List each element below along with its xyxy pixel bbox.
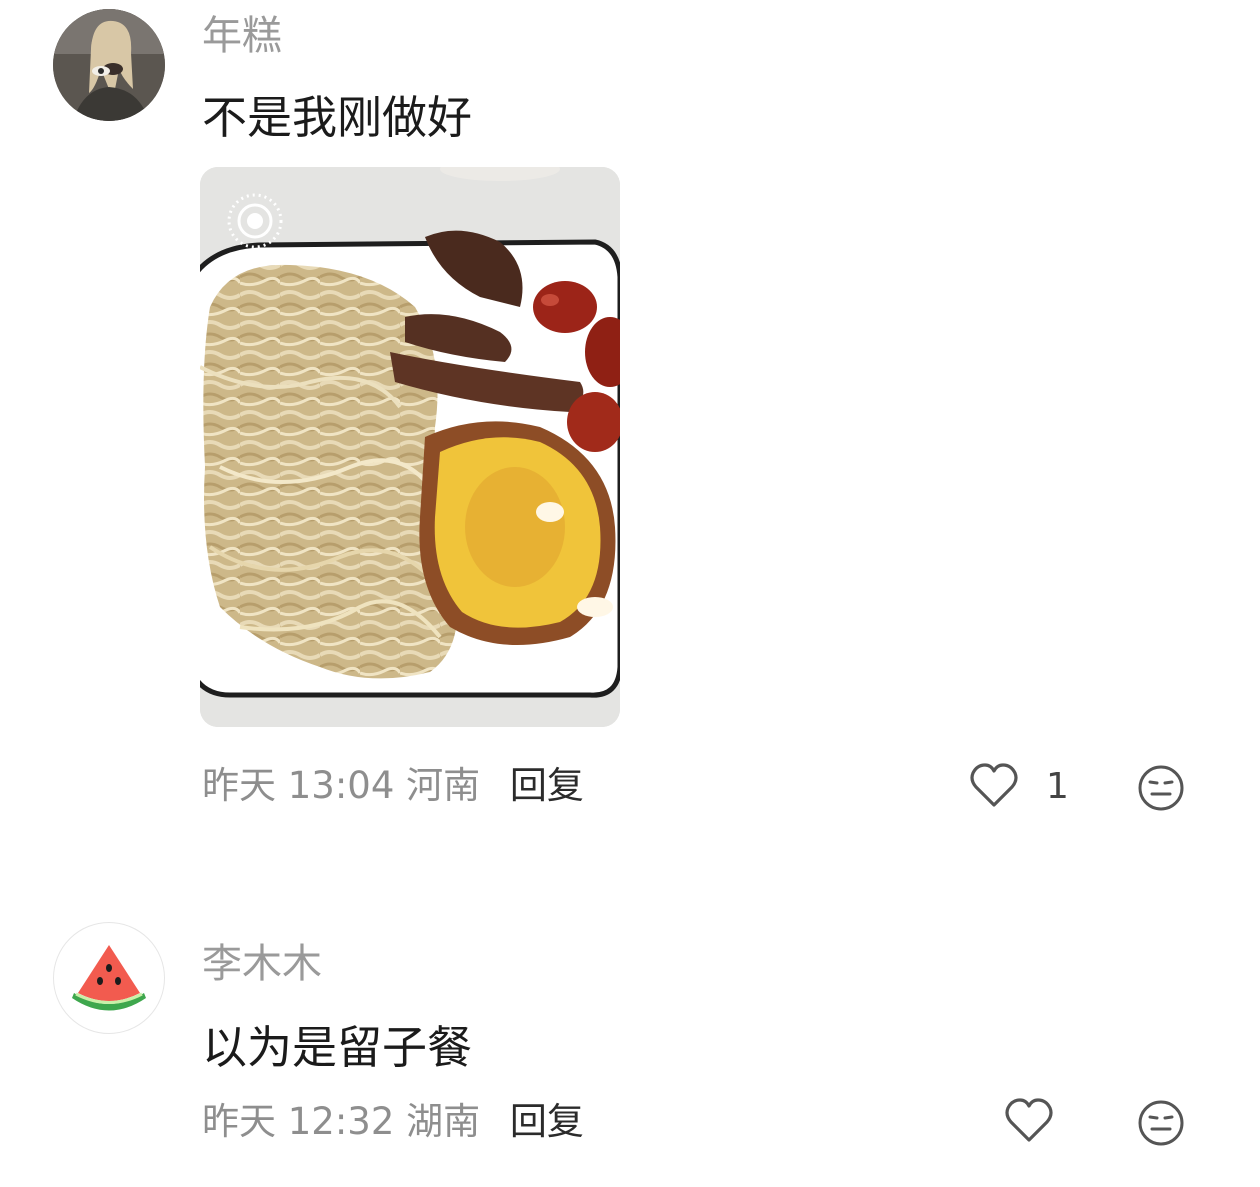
comment-text: 以为是留子餐	[202, 1021, 473, 1074]
username[interactable]: 年糕	[202, 16, 282, 56]
comment-item: 年糕 不是我刚做好 昨天 13:04 河南 回复 1	[0, 0, 1260, 880]
comment-meta: 昨天 12:32 湖南 回复	[202, 1103, 584, 1140]
comment-time: 昨天 12:32	[202, 1100, 395, 1143]
heart-outline-icon	[1005, 1098, 1053, 1142]
comment-image[interactable]	[200, 167, 620, 727]
neutral-face-icon	[1138, 1100, 1184, 1146]
heart-outline-icon	[970, 763, 1018, 807]
reply-button[interactable]: 回复	[510, 1100, 584, 1143]
comment-location: 河南	[406, 764, 481, 807]
avatar[interactable]	[53, 9, 165, 121]
comment-time: 昨天 13:04	[202, 764, 395, 807]
reaction-button[interactable]	[1137, 1099, 1185, 1151]
comment-meta: 昨天 13:04 河南 回复	[202, 767, 584, 804]
comment-text: 不是我刚做好	[202, 91, 473, 144]
like-button[interactable]	[1005, 1098, 1053, 1144]
comment-location: 湖南	[406, 1100, 481, 1143]
like-count: 1	[1046, 765, 1069, 807]
reply-button[interactable]: 回复	[510, 764, 584, 807]
like-button[interactable]: 1	[970, 763, 1069, 809]
neutral-face-icon	[1138, 765, 1184, 811]
avatar[interactable]	[53, 922, 165, 1034]
watermelon-icon	[72, 945, 146, 1011]
username[interactable]: 李木木	[202, 944, 322, 984]
reaction-button[interactable]	[1137, 764, 1185, 816]
